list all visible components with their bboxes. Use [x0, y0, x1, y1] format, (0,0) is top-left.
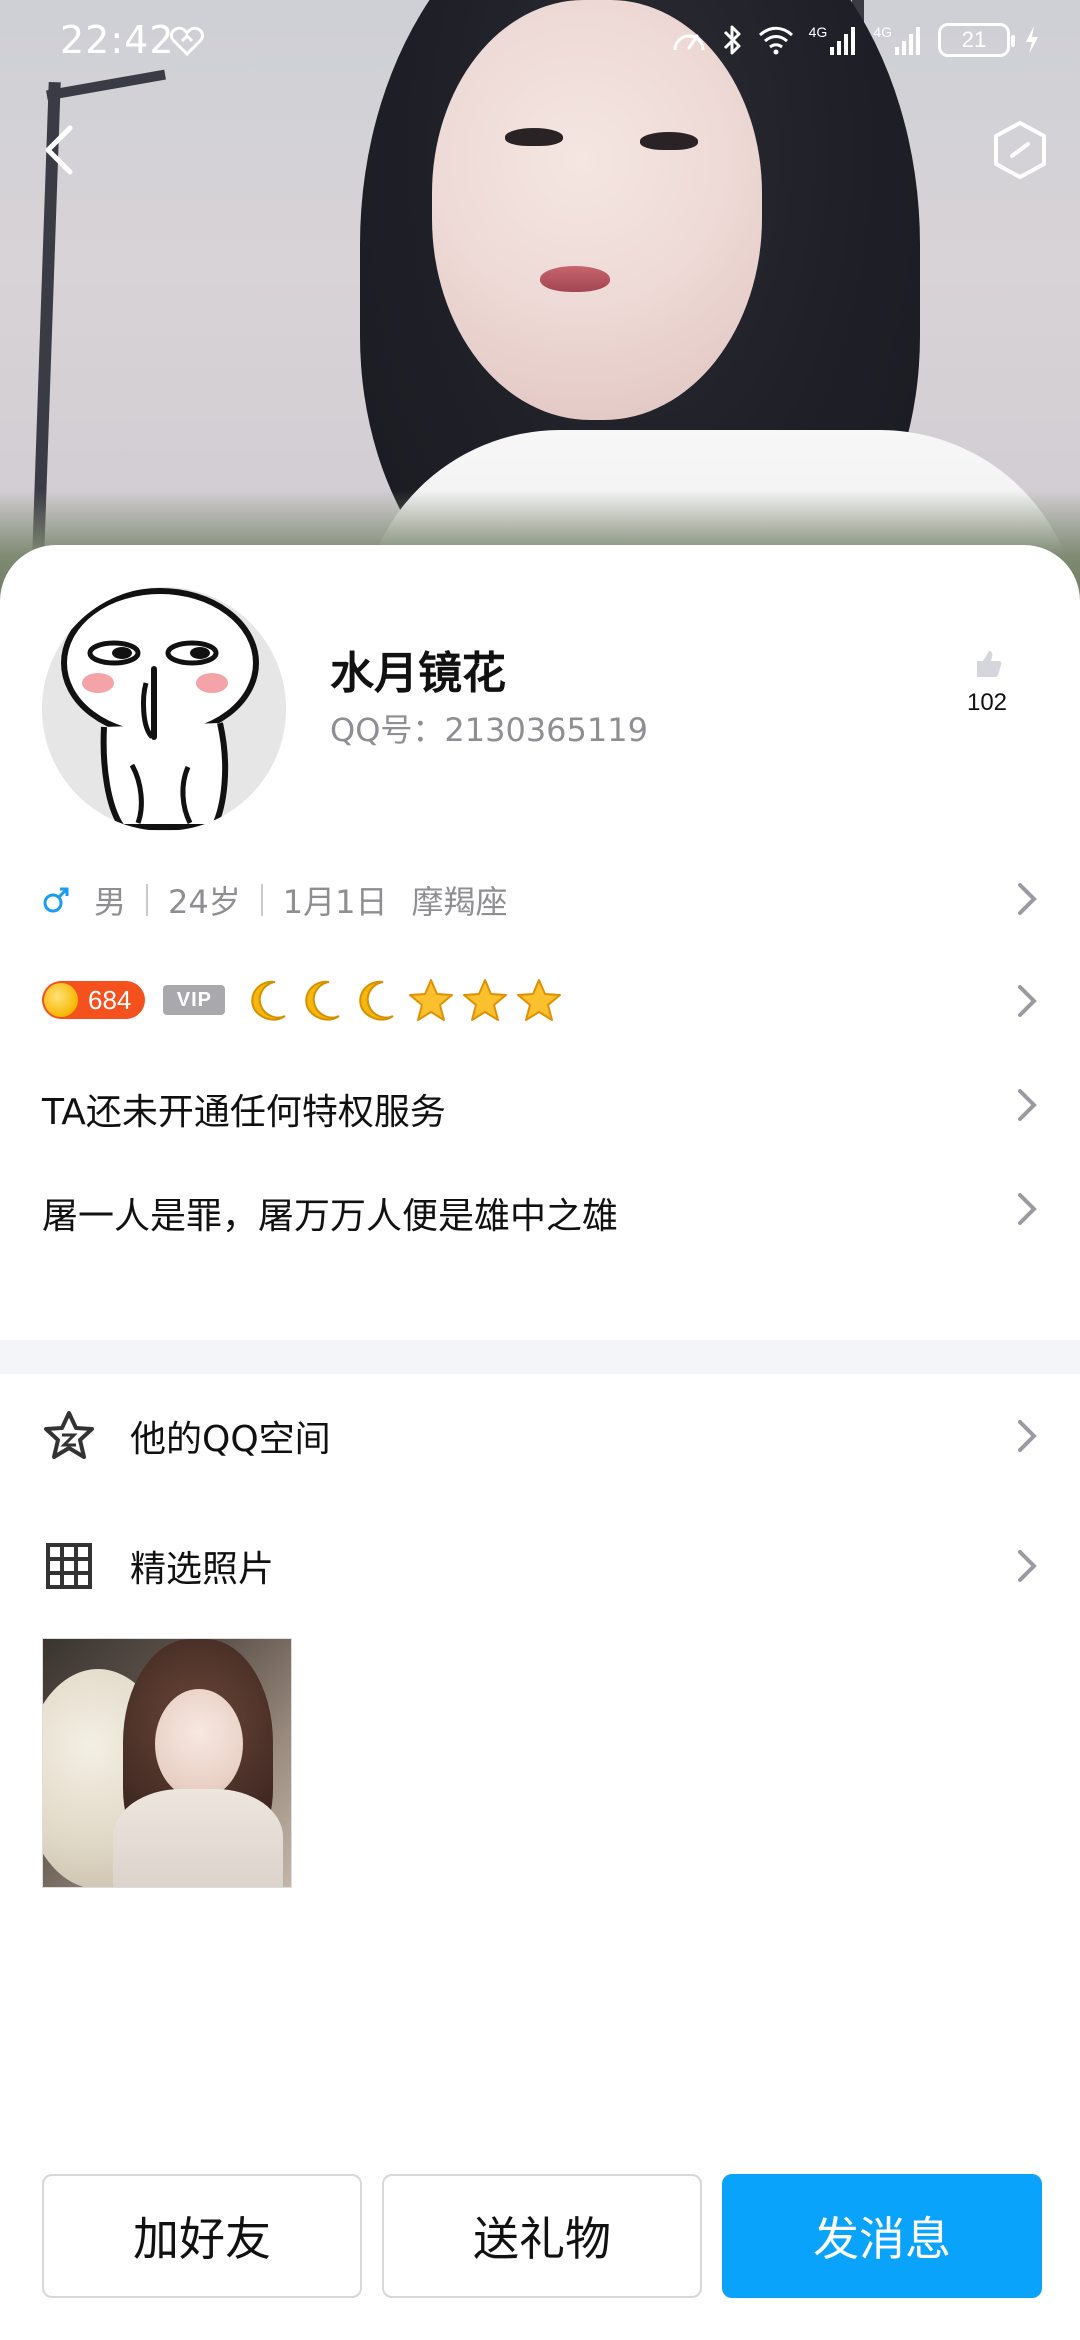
charging-icon — [1026, 26, 1038, 54]
basic-info-row[interactable]: 男 24岁 1月1日 摩羯座 — [42, 870, 1080, 930]
chevron-left-icon — [45, 125, 73, 175]
send-gift-button[interactable]: 送礼物 — [382, 2174, 702, 2298]
cover-person-eye-left — [505, 128, 563, 146]
coin-icon — [44, 983, 78, 1017]
status-icons: 4G 4G 21 — [671, 20, 1040, 60]
thumbs-up-icon — [977, 651, 1002, 677]
photo-thumbnail[interactable] — [42, 1638, 292, 1888]
section-divider — [0, 1340, 1080, 1374]
chevron-right-icon — [1018, 985, 1037, 1017]
more-options-button[interactable] — [980, 110, 1060, 190]
moon-icon — [251, 980, 287, 1021]
star-icon — [463, 979, 508, 1021]
qzone-label: 他的QQ空间 — [130, 1419, 331, 1460]
male-icon — [43, 887, 69, 913]
profile-cover-image[interactable] — [0, 0, 1080, 600]
network-type-1: 4G — [808, 24, 828, 40]
heart-icon — [170, 26, 204, 56]
nickname: 水月镜花 — [330, 648, 506, 699]
divider — [146, 884, 149, 916]
signal-strength-icon — [830, 27, 856, 55]
chevron-right-icon — [1018, 1420, 1037, 1452]
coin-level: 684 — [88, 984, 132, 1015]
profile-card: 水月镜花 QQ号：2130365119 102 男 24岁 1月1日 摩羯座 6… — [0, 545, 1080, 1345]
age-text: 24岁 — [168, 883, 241, 921]
moon-icon — [305, 980, 341, 1021]
signature-row[interactable]: 屠一人是罪，屠万万人便是雄中之雄 — [42, 1187, 618, 1239]
zodiac-text: 摩羯座 — [411, 883, 508, 921]
signal-strength-icon — [895, 27, 920, 55]
bluetooth-icon — [723, 25, 741, 55]
featured-photos-row[interactable]: 精选照片 — [0, 1516, 1080, 1616]
status-time: 22:42 — [60, 18, 175, 62]
back-button[interactable] — [20, 110, 100, 190]
chevron-right-icon — [1018, 883, 1037, 915]
action-bar: 加好友 送礼物 发消息 — [42, 2174, 1042, 2298]
coin-level-badge: 684 — [42, 981, 146, 1019]
wifi-icon — [758, 26, 793, 55]
gender-text: 男 — [94, 883, 127, 921]
photos-label: 精选照片 — [130, 1549, 275, 1590]
like-count: 102 — [966, 689, 1008, 716]
qzone-row[interactable]: 他的QQ空间 — [0, 1386, 1080, 1486]
vip-badge: VIP — [163, 985, 226, 1015]
photo-person-body — [113, 1789, 283, 1887]
cover-person-lips — [540, 266, 610, 292]
grid-icon — [46, 1543, 92, 1589]
qzone-star-icon — [44, 1411, 94, 1459]
chevron-right-icon — [1018, 1089, 1037, 1121]
birthday-text: 1月1日 — [282, 883, 388, 921]
cover-person-eye-right — [640, 132, 698, 150]
avatar-sticker-icon — [42, 587, 286, 831]
photo-person-face — [155, 1689, 243, 1799]
send-message-button[interactable]: 发消息 — [722, 2174, 1042, 2298]
battery-indicator: 21 — [938, 23, 1015, 57]
add-friend-button[interactable]: 加好友 — [42, 2174, 362, 2298]
chevron-right-icon — [1018, 1193, 1037, 1225]
divider — [260, 884, 263, 916]
battery-level: 21 — [961, 27, 987, 52]
status-bar: 22:42 4G 4G 21 — [0, 0, 1080, 80]
privilege-row[interactable]: TA还未开通任何特权服务 — [42, 1083, 446, 1135]
moon-icon — [359, 980, 395, 1021]
qq-number: QQ号：2130365119 — [330, 711, 648, 749]
star-icon — [517, 979, 562, 1021]
network-type-2: 4G — [873, 24, 892, 40]
speed-icon — [673, 34, 705, 51]
avatar[interactable] — [42, 587, 286, 831]
signal-1: 4G — [809, 25, 860, 55]
like-button[interactable]: 102 — [942, 645, 1032, 717]
star-icon — [409, 979, 454, 1021]
signal-2: 4G — [873, 25, 924, 55]
qq-level-icons — [245, 976, 563, 1024]
chevron-right-icon — [1018, 1550, 1037, 1582]
hexagon-icon — [994, 121, 1046, 179]
level-badges-row[interactable]: 684 VIP — [42, 970, 563, 1030]
